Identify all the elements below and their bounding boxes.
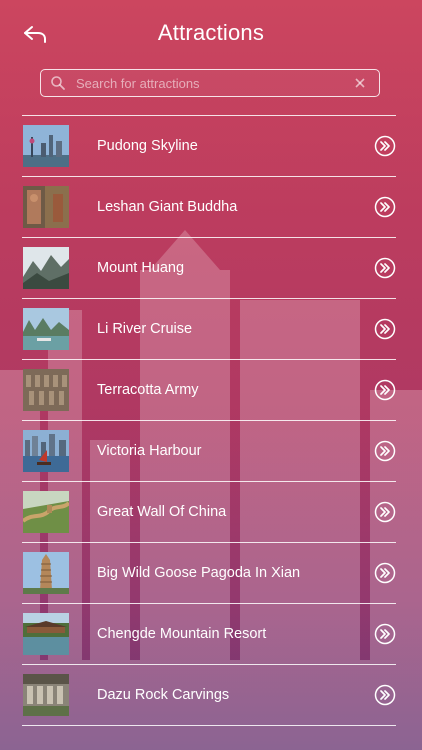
thumbnail-image	[23, 674, 69, 716]
search-bar	[40, 69, 380, 97]
thumbnail-image	[23, 491, 69, 533]
list-item-label: Victoria Harbour	[97, 443, 202, 459]
clear-icon	[355, 78, 365, 88]
thumbnail-image	[23, 369, 69, 411]
thumbnail-image	[23, 613, 69, 655]
chevron-double-right-icon	[374, 135, 396, 157]
chevron-double-right-icon	[374, 318, 396, 340]
list-item[interactable]: Chengde Mountain Resort	[22, 604, 396, 665]
list-item[interactable]: Mount Huang	[22, 238, 396, 299]
clear-search-button[interactable]	[351, 74, 369, 92]
list-item[interactable]: Victoria Harbour	[22, 421, 396, 482]
thumbnail-image	[23, 552, 69, 594]
list-item[interactable]: Big Wild Goose Pagoda In Xian	[22, 543, 396, 604]
list-item[interactable]: Dazu Rock Carvings	[22, 665, 396, 726]
list-item-label: Dazu Rock Carvings	[97, 687, 230, 703]
chevron-double-right-icon	[374, 379, 396, 401]
chevron-double-right-icon	[374, 257, 396, 279]
list-item[interactable]: Leshan Giant Buddha	[22, 177, 396, 238]
list-item[interactable]: Pudong Skyline	[22, 116, 396, 177]
chevron-double-right-icon	[374, 562, 396, 584]
chevron-double-right-icon	[374, 501, 396, 523]
page-title: Attractions	[157, 20, 265, 45]
list-item-label: Terracotta Army	[97, 382, 199, 398]
chevron-double-right-icon	[374, 623, 396, 645]
thumbnail-image	[23, 247, 69, 289]
list-item-label: Pudong Skyline	[97, 138, 198, 154]
list-item[interactable]: Great Wall Of China	[22, 482, 396, 543]
chevron-double-right-icon	[374, 196, 396, 218]
chevron-double-right-icon	[374, 440, 396, 462]
list-item-label: Li River Cruise	[97, 321, 193, 337]
list-item[interactable]: Li River Cruise	[22, 299, 396, 360]
chevron-double-right-icon	[374, 684, 396, 706]
list-item-label: Big Wild Goose Pagoda In Xian	[97, 565, 301, 581]
list-item-label: Chengde Mountain Resort	[97, 626, 267, 642]
thumbnail-image	[23, 125, 69, 167]
nav-header: Attractions	[0, 0, 422, 66]
search-input[interactable]	[76, 71, 351, 95]
list-item-label: Great Wall Of China	[97, 504, 227, 520]
thumbnail-image	[23, 186, 69, 228]
search-icon	[51, 76, 65, 90]
thumbnail-image	[23, 430, 69, 472]
list-item-label: Leshan Giant Buddha	[97, 199, 238, 215]
attractions-list: Pudong Skyline Leshan Giant Buddha Mount…	[22, 115, 396, 726]
list-item-label: Mount Huang	[97, 260, 185, 276]
thumbnail-image	[23, 308, 69, 350]
list-item[interactable]: Terracotta Army	[22, 360, 396, 421]
